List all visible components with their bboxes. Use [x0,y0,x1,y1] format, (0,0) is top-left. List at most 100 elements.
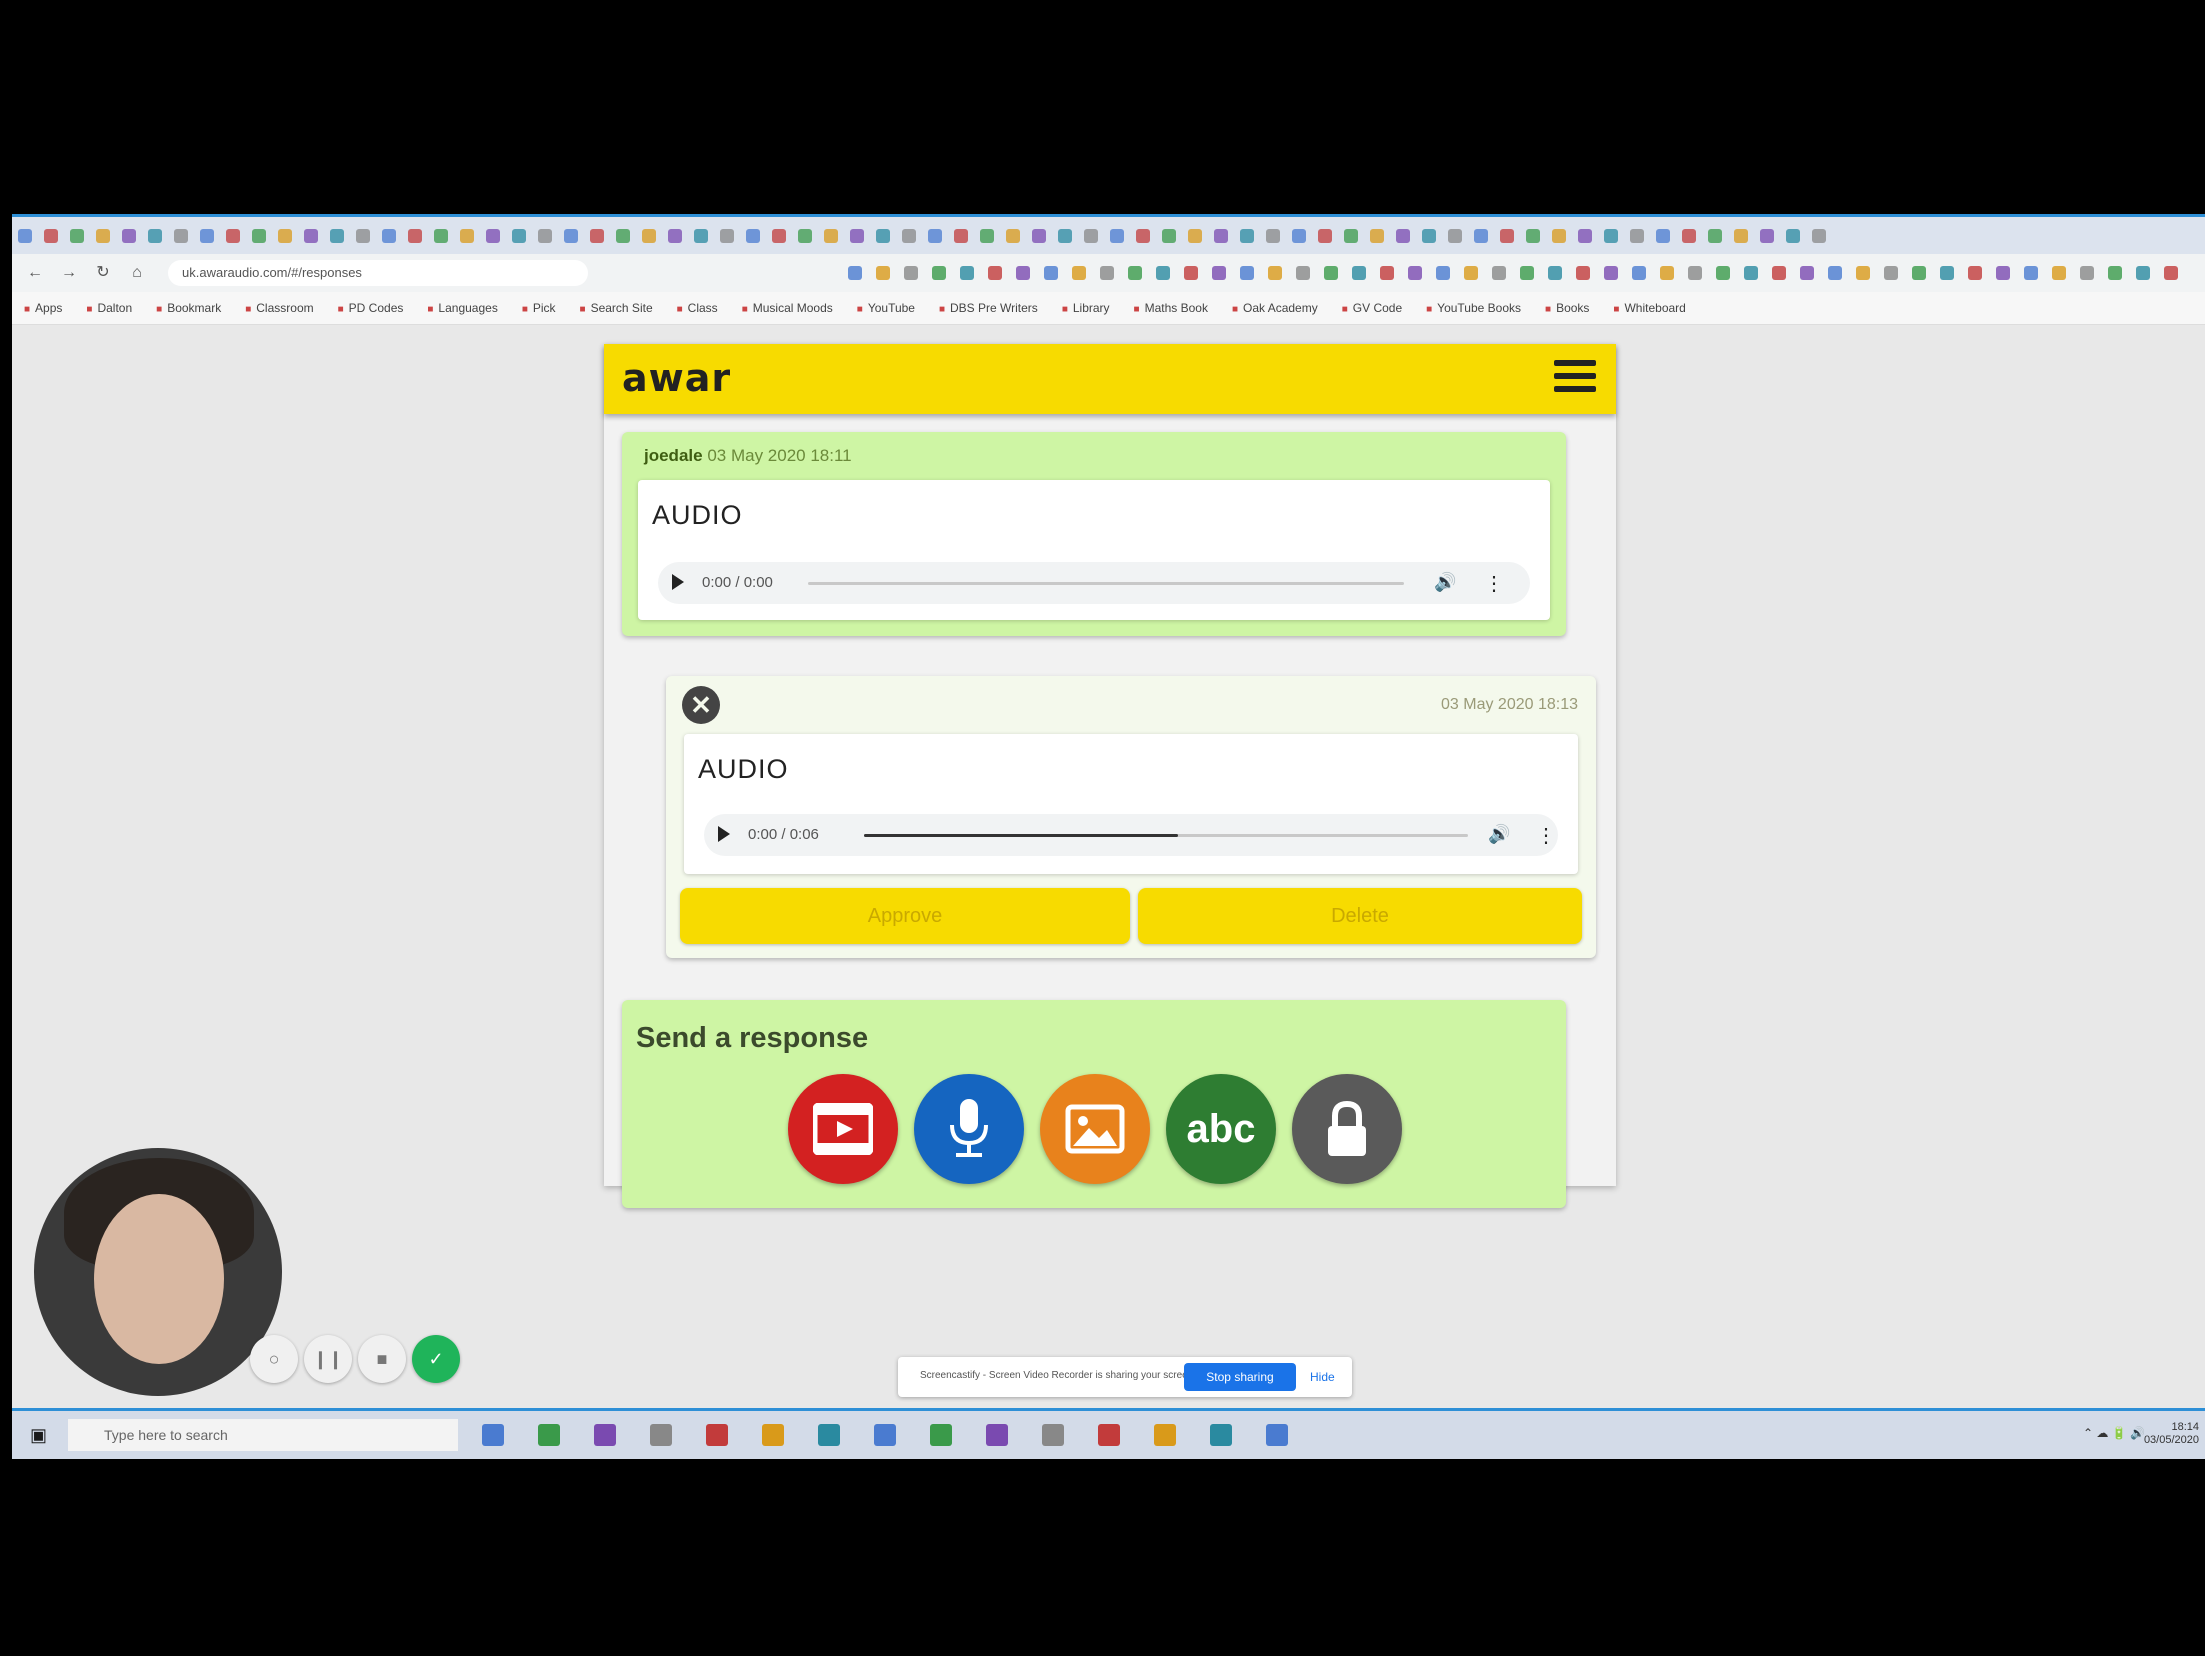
webcam-toggle-icon[interactable]: ○ [250,1335,298,1383]
image-response-button[interactable] [1040,1074,1150,1184]
browser-tab-icon[interactable] [1500,228,1514,243]
extension-icon[interactable] [1744,266,1758,280]
extension-icon[interactable] [1772,266,1786,280]
browser-tab-icon[interactable] [382,228,396,243]
browser-tab-icon[interactable] [668,228,682,243]
extension-icon[interactable] [1072,266,1086,280]
browser-tab-icon[interactable] [1786,228,1800,243]
more-options-icon[interactable]: ⋮ [1484,571,1504,596]
extension-icon[interactable] [1576,266,1590,280]
browser-tab-icon[interactable] [798,228,812,243]
extension-icon[interactable] [1688,266,1702,280]
extension-icon[interactable] [1296,266,1310,280]
bookmark-item[interactable]: Search Site [580,301,653,315]
browser-tab-icon[interactable] [1006,228,1020,243]
browser-tab-icon[interactable] [1734,228,1748,243]
browser-tab-icon[interactable] [590,228,604,243]
browser-tab-icon[interactable] [252,228,266,243]
taskbar-app-icon[interactable] [762,1424,784,1446]
browser-tab-icon[interactable] [850,228,864,243]
delete-button[interactable]: Delete [1138,888,1582,944]
app-logo[interactable]: awar [622,356,731,400]
extension-icon[interactable] [1324,266,1338,280]
browser-tab-icon[interactable] [720,228,734,243]
browser-tab-icon[interactable] [1162,228,1176,243]
text-response-button[interactable]: abc [1166,1074,1276,1184]
audio-seek-bar[interactable] [808,582,1404,585]
hide-button[interactable]: Hide [1310,1370,1335,1384]
approve-button[interactable]: Approve [680,888,1130,944]
browser-tab-icon[interactable] [304,228,318,243]
extension-icon[interactable] [1268,266,1282,280]
browser-tab-icon[interactable] [1682,228,1696,243]
lock-response-button[interactable] [1292,1074,1402,1184]
browser-tab-icon[interactable] [174,228,188,243]
extension-icon[interactable] [2052,266,2066,280]
extension-icon[interactable] [1380,266,1394,280]
bookmark-item[interactable]: YouTube Books [1426,301,1521,315]
video-response-button[interactable] [788,1074,898,1184]
extension-icon[interactable] [1604,266,1618,280]
browser-tab-icon[interactable] [1578,228,1592,243]
browser-tab-icon[interactable] [694,228,708,243]
bookmark-item[interactable]: Class [677,301,718,315]
bookmark-item[interactable]: DBS Pre Writers [939,301,1038,315]
audio-response-button[interactable] [914,1074,1024,1184]
extension-icon[interactable] [1184,266,1198,280]
extension-icon[interactable] [2080,266,2094,280]
extension-icon[interactable] [1800,266,1814,280]
windows-start-icon[interactable]: ▣ [30,1425,50,1445]
browser-tab-icon[interactable] [1552,228,1566,243]
extension-icon[interactable] [1520,266,1534,280]
extension-icon[interactable] [1912,266,1926,280]
volume-icon[interactable]: 🔊 [1488,824,1510,845]
extension-icon[interactable] [1492,266,1506,280]
browser-tab-icon[interactable] [1396,228,1410,243]
extension-icon[interactable] [960,266,974,280]
browser-tab-icon[interactable] [44,228,58,243]
taskbar-app-icon[interactable] [650,1424,672,1446]
extensions-bar[interactable] [841,266,2185,280]
taskbar-app-icon[interactable] [818,1424,840,1446]
extension-icon[interactable] [1856,266,1870,280]
browser-tab-icon[interactable] [980,228,994,243]
hamburger-menu-icon[interactable] [1554,360,1596,396]
browser-tab-icon[interactable] [1708,228,1722,243]
browser-tab-icon[interactable] [70,228,84,243]
browser-tab-icon[interactable] [200,228,214,243]
browser-tab-icon[interactable] [1812,228,1826,243]
extension-icon[interactable] [2108,266,2122,280]
browser-tab-icon[interactable] [876,228,890,243]
reload-icon[interactable]: ↻ [92,262,114,284]
extension-icon[interactable] [1240,266,1254,280]
browser-tab-icon[interactable] [434,228,448,243]
browser-tab-icon[interactable] [1370,228,1384,243]
browser-tab-icon[interactable] [226,228,240,243]
taskbar-app-icon[interactable] [1154,1424,1176,1446]
browser-tab-icon[interactable] [356,228,370,243]
browser-tab-icon[interactable] [148,228,162,243]
taskbar-app-icon[interactable] [1098,1424,1120,1446]
extension-icon[interactable] [1100,266,1114,280]
browser-tab-icon[interactable] [1240,228,1254,243]
bookmark-item[interactable]: Books [1545,301,1589,315]
taskbar-app-icon[interactable] [706,1424,728,1446]
browser-tab-icon[interactable] [408,228,422,243]
recording-control-icon[interactable]: ■ [358,1335,406,1383]
browser-tab-icon[interactable] [1318,228,1332,243]
browser-tab-icon[interactable] [1448,228,1462,243]
audio-seek-bar[interactable] [864,834,1468,837]
browser-tab-icon[interactable] [1136,228,1150,243]
extension-icon[interactable] [876,266,890,280]
taskbar-app-icon[interactable] [930,1424,952,1446]
browser-tab-icon[interactable] [1630,228,1644,243]
bookmark-item[interactable]: Apps [24,301,62,315]
bookmark-item[interactable]: Library [1062,301,1110,315]
browser-tab-icon[interactable] [1656,228,1670,243]
extension-icon[interactable] [1352,266,1366,280]
bookmark-item[interactable]: Languages [427,301,497,315]
browser-tab-icon[interactable] [1344,228,1358,243]
recording-pause-icon[interactable]: ❙❙ [304,1335,352,1383]
extension-icon[interactable] [1996,266,2010,280]
browser-tab-icon[interactable] [1604,228,1618,243]
